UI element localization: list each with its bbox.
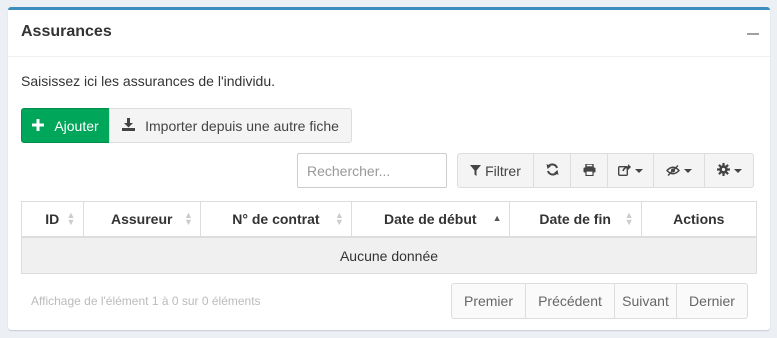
- panel-intro-text: Saisissez ici les assurances de l'indivi…: [21, 73, 276, 89]
- collapse-icon[interactable]: [747, 33, 759, 35]
- columns-visibility-icon: [666, 163, 680, 179]
- previous-page-button[interactable]: Précédent: [525, 283, 615, 319]
- print-button[interactable]: [570, 153, 608, 188]
- sort-icon: ▲ ▼: [334, 210, 344, 227]
- insurance-panel: Assurances Saisissez ici les assurances …: [8, 7, 770, 330]
- empty-table-message: Aucune donnée: [21, 236, 757, 274]
- gear-icon: [716, 162, 730, 179]
- refresh-button[interactable]: [533, 153, 571, 188]
- chevron-down-icon: [684, 168, 692, 173]
- chevron-down-icon: [733, 168, 742, 173]
- add-button-label: Ajouter: [54, 117, 99, 134]
- filter-icon: [470, 163, 482, 179]
- add-button[interactable]: Ajouter: [21, 108, 110, 143]
- plus-icon: [32, 118, 45, 134]
- table-row: Aucune donnée: [21, 236, 757, 274]
- import-button[interactable]: Importer depuis une autre fiche: [109, 108, 352, 143]
- sort-ascending-icon: ▲: [492, 213, 502, 223]
- table-toolbar: Filtrer: [457, 153, 754, 188]
- last-page-button[interactable]: Dernier: [676, 283, 748, 319]
- next-page-button[interactable]: Suivant: [614, 283, 677, 319]
- panel-header: Assurances: [8, 10, 770, 57]
- column-header-end-date[interactable]: Date de fin ▲ ▼: [508, 201, 642, 238]
- columns-visibility-button[interactable]: [653, 153, 705, 188]
- filter-button[interactable]: Filtrer: [457, 153, 534, 188]
- pagination: Premier Précédent Suivant Dernier: [451, 283, 748, 319]
- import-button-label: Importer depuis une autre fiche: [145, 117, 339, 134]
- column-header-contract-number[interactable]: N° de contrat ▲ ▼: [199, 201, 352, 238]
- filter-button-label: Filtrer: [485, 162, 521, 179]
- refresh-icon: [546, 163, 559, 179]
- download-icon: [122, 117, 136, 134]
- settings-button[interactable]: [704, 153, 754, 188]
- insurance-table: ID ▲ ▼ Assureur ▲ ▼ N° de contrat ▲ ▼ Date …: [21, 201, 758, 274]
- table-info: Affichage de l'élément 1 à 0 sur 0 éléme…: [31, 294, 261, 308]
- chevron-down-icon: [635, 168, 643, 173]
- panel-title: Assurances: [21, 23, 112, 40]
- column-header-start-date[interactable]: Date de début ▲: [350, 201, 510, 238]
- table-header-row: ID ▲ ▼ Assureur ▲ ▼ N° de contrat ▲ ▼ Date …: [21, 201, 758, 238]
- search-input[interactable]: [297, 153, 447, 188]
- print-icon: [583, 162, 596, 179]
- column-header-actions: Actions: [640, 201, 758, 238]
- sort-icon: ▲ ▼: [66, 210, 76, 227]
- first-page-button[interactable]: Premier: [451, 283, 526, 319]
- export-button[interactable]: [607, 153, 654, 188]
- column-header-id[interactable]: ID ▲ ▼: [21, 201, 84, 238]
- column-header-assureur[interactable]: Assureur ▲ ▼: [82, 201, 201, 238]
- sort-icon: ▲ ▼: [183, 210, 193, 227]
- sort-icon: ▲ ▼: [624, 210, 634, 227]
- export-icon: [617, 163, 631, 179]
